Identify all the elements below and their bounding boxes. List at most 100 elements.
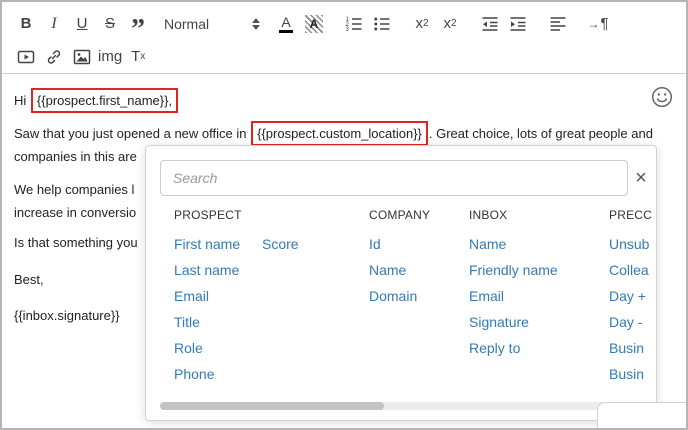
field-link-reply-to[interactable]: Reply to xyxy=(469,335,609,361)
column-company: COMPANY Id Name Domain xyxy=(369,208,469,387)
superscript-button[interactable]: x2 xyxy=(436,11,464,37)
format-group-media: img Tx xyxy=(12,44,152,70)
video-icon xyxy=(17,48,35,66)
toolbar-row-2: img Tx xyxy=(12,40,676,73)
link-icon xyxy=(45,48,63,66)
column-inbox: INBOX Name Friendly name Email Signature… xyxy=(469,208,609,387)
field-link-phone[interactable]: Phone xyxy=(174,361,262,387)
format-group-script: x2 x2 xyxy=(408,11,464,37)
column-header-inbox: INBOX xyxy=(469,208,508,222)
updown-arrows-icon xyxy=(252,17,260,30)
align-button[interactable] xyxy=(544,11,572,37)
blockquote-button[interactable]: ” xyxy=(124,11,152,43)
format-group-direction: → ¶ xyxy=(584,11,612,37)
field-link-signature[interactable]: Signature xyxy=(469,309,609,335)
image-button[interactable] xyxy=(68,44,96,70)
outdent-button[interactable] xyxy=(476,11,504,37)
editor-line-body-1: Saw that you just opened a new office in… xyxy=(14,121,653,146)
toolbar-row-1: B I U S ” Normal A A 1 2 3 x 2 x 2 → ¶ xyxy=(12,7,676,44)
img-tag-button[interactable]: img xyxy=(96,44,124,70)
subscript-small: 2 xyxy=(422,18,429,29)
scrollbar-thumb[interactable] xyxy=(160,402,385,410)
editor-line-body-5: Is that something you xyxy=(14,235,138,250)
inbox-field-list: Name Friendly name Email Signature Reply… xyxy=(469,231,609,361)
format-group-align xyxy=(544,11,572,37)
merge-tag-custom-location[interactable]: {{prospect.custom_location}} xyxy=(251,121,428,146)
merge-tag-first-name[interactable]: {{prospect.first_name}}, xyxy=(30,88,179,113)
ordered-list-button[interactable]: 1 2 3 xyxy=(340,11,368,37)
format-group-color: A A xyxy=(272,11,328,37)
close-button[interactable]: × xyxy=(628,165,654,191)
editor-line-body-2: companies in this are xyxy=(14,149,137,164)
field-link-business-1[interactable]: Busin xyxy=(609,335,654,361)
field-link-role[interactable]: Role xyxy=(174,335,262,361)
subscript-button[interactable]: x2 xyxy=(408,11,436,37)
prospect-subcolumns: First name Last name Email Title Role Ph… xyxy=(174,231,369,387)
indent-button[interactable] xyxy=(504,11,532,37)
emoji-picker-button[interactable] xyxy=(650,86,674,110)
field-link-business-2[interactable]: Busin xyxy=(609,361,654,387)
format-group-style: Normal xyxy=(164,11,260,37)
paragraph-format-picker[interactable]: Normal xyxy=(164,11,260,37)
background-color-icon: A xyxy=(305,14,323,33)
text-color-icon: A xyxy=(279,14,293,33)
field-link-last-name[interactable]: Last name xyxy=(174,257,262,283)
field-link-company-id[interactable]: Id xyxy=(369,231,469,257)
svg-text:3: 3 xyxy=(346,27,350,33)
floating-corner-button[interactable] xyxy=(597,402,686,428)
link-button[interactable] xyxy=(40,44,68,70)
popup-search-row: × xyxy=(160,160,654,196)
video-button[interactable] xyxy=(12,44,40,70)
field-link-colleagues[interactable]: Collea xyxy=(609,257,654,283)
field-link-company-domain[interactable]: Domain xyxy=(369,283,469,309)
merge-field-popup: × PROSPECT First name Last name Email Ti… xyxy=(145,145,657,421)
text-color-button[interactable]: A xyxy=(272,11,300,37)
field-link-friendly-name[interactable]: Friendly name xyxy=(469,257,609,283)
field-link-score[interactable]: Score xyxy=(262,231,299,257)
text-direction-button[interactable]: → ¶ xyxy=(584,11,612,37)
merge-field-columns: PROSPECT First name Last name Email Titl… xyxy=(160,208,654,387)
superscript-small: 2 xyxy=(450,18,457,29)
format-group-basic: B I U S ” xyxy=(12,11,152,44)
body-text-a: Saw that you just opened a new office in xyxy=(14,126,247,141)
direction-arrow-icon: → xyxy=(587,16,600,31)
bullet-list-button[interactable] xyxy=(368,11,396,37)
prospect-field-list-2: Score xyxy=(262,231,299,387)
field-link-company-name[interactable]: Name xyxy=(369,257,469,283)
subscript-base: x xyxy=(415,15,423,32)
search-input[interactable] xyxy=(160,160,628,196)
editor-window: B I U S ” Normal A A 1 2 3 x 2 x 2 → ¶ i… xyxy=(0,0,688,430)
bullet-list-icon xyxy=(373,15,391,33)
field-link-day-minus[interactable]: Day - xyxy=(609,309,654,335)
indent-icon xyxy=(509,15,527,33)
horizontal-scrollbar[interactable] xyxy=(160,402,648,410)
field-link-unsubscribe[interactable]: Unsub xyxy=(609,231,654,257)
field-link-inbox-name[interactable]: Name xyxy=(469,231,609,257)
column-header-precc: PRECC xyxy=(609,208,653,222)
field-link-prospect-email[interactable]: Email xyxy=(174,283,262,309)
prospect-field-list-1: First name Last name Email Title Role Ph… xyxy=(174,231,262,387)
background-color-button[interactable]: A xyxy=(300,11,328,37)
column-precc: PRECC Unsub Collea Day + Day - Busin Bus… xyxy=(609,208,654,387)
field-link-first-name[interactable]: First name xyxy=(174,231,262,257)
superscript-base: x xyxy=(443,15,451,32)
column-header-prospect: PROSPECT xyxy=(174,208,242,222)
editor-line-closing: Best, xyxy=(14,272,44,287)
strikethrough-button[interactable]: S xyxy=(96,11,124,37)
align-left-icon xyxy=(549,15,567,33)
bold-button[interactable]: B xyxy=(12,11,40,37)
greeting-text: Hi xyxy=(14,93,27,108)
format-group-lists: 1 2 3 xyxy=(340,11,396,37)
format-group-indent xyxy=(476,11,532,37)
outdent-icon xyxy=(481,15,499,33)
underline-button[interactable]: U xyxy=(68,11,96,37)
smiley-face-icon xyxy=(651,86,673,111)
ordered-list-icon: 1 2 3 xyxy=(345,15,363,33)
field-link-title[interactable]: Title xyxy=(174,309,262,335)
field-link-inbox-email[interactable]: Email xyxy=(469,283,609,309)
italic-button[interactable]: I xyxy=(40,11,68,37)
field-link-day-plus[interactable]: Day + xyxy=(609,283,654,309)
background-color-letter: A xyxy=(309,16,319,31)
precc-field-list: Unsub Collea Day + Day - Busin Busin xyxy=(609,231,654,387)
clear-formatting-button[interactable]: Tx xyxy=(124,44,152,70)
